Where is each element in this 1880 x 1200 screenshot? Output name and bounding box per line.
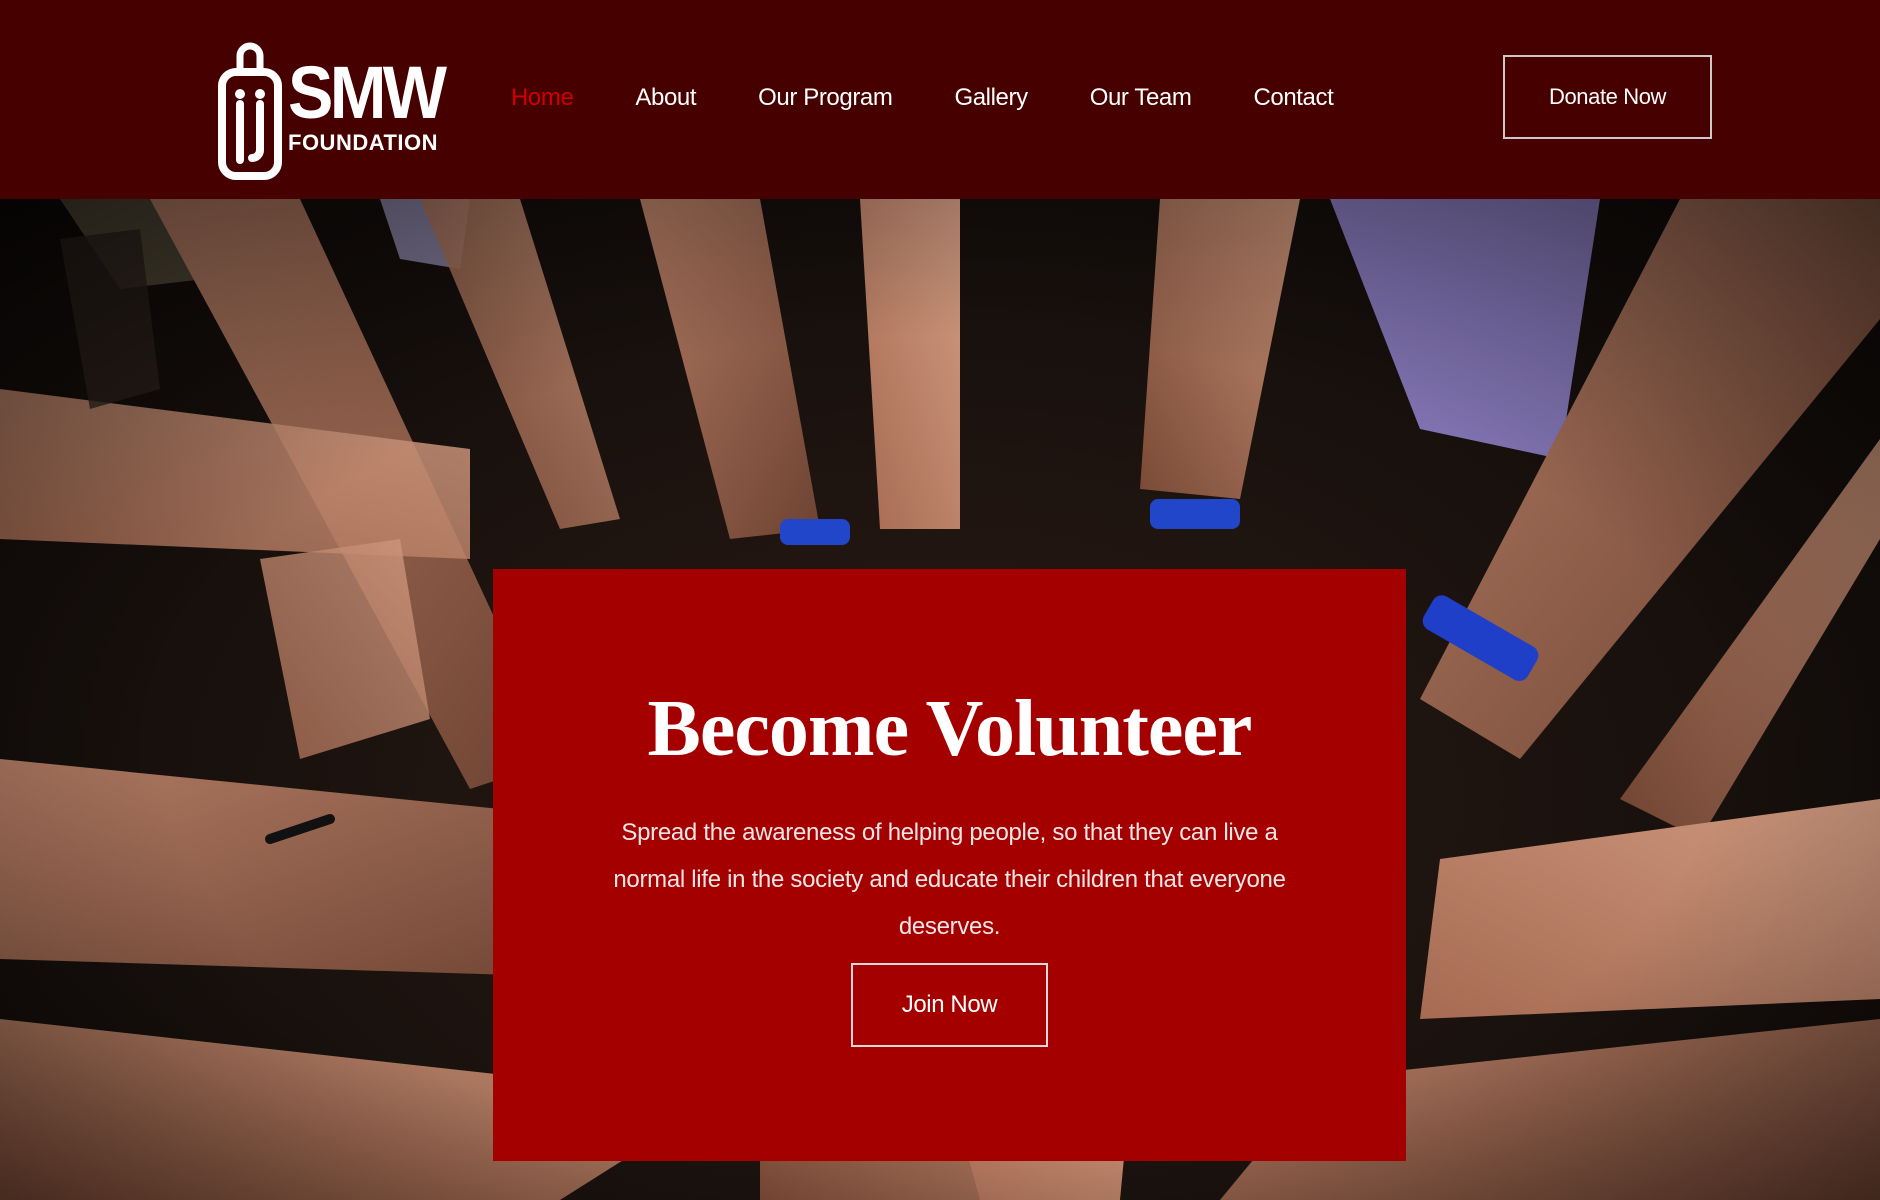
logo-wordmark: SMW: [288, 51, 447, 134]
hero-title: Become Volunteer: [647, 685, 1253, 773]
logo[interactable]: SMW FOUNDATION: [218, 32, 447, 182]
join-now-button[interactable]: Join Now: [851, 963, 1048, 1047]
nav-item-our-program[interactable]: Our Program: [758, 78, 893, 118]
hero-description: Spread the awareness of helping people, …: [613, 819, 1286, 940]
nav-item-contact[interactable]: Contact: [1253, 78, 1333, 118]
nav-item-our-team[interactable]: Our Team: [1090, 78, 1192, 118]
lock-person-icon: [218, 42, 282, 180]
main-nav: Home About Our Program Gallery Our Team …: [511, 78, 1395, 118]
donate-button[interactable]: Donate Now: [1503, 55, 1712, 139]
volunteer-card: Become Volunteer Spread the awareness of…: [493, 569, 1406, 1161]
site-header: SMW FOUNDATION Home About Our Program Ga…: [0, 0, 1880, 199]
hero-section: Become Volunteer Spread the awareness of…: [0, 199, 1880, 1200]
nav-item-about[interactable]: About: [635, 78, 696, 118]
nav-item-gallery[interactable]: Gallery: [954, 78, 1028, 118]
nav-item-home[interactable]: Home: [511, 78, 574, 118]
